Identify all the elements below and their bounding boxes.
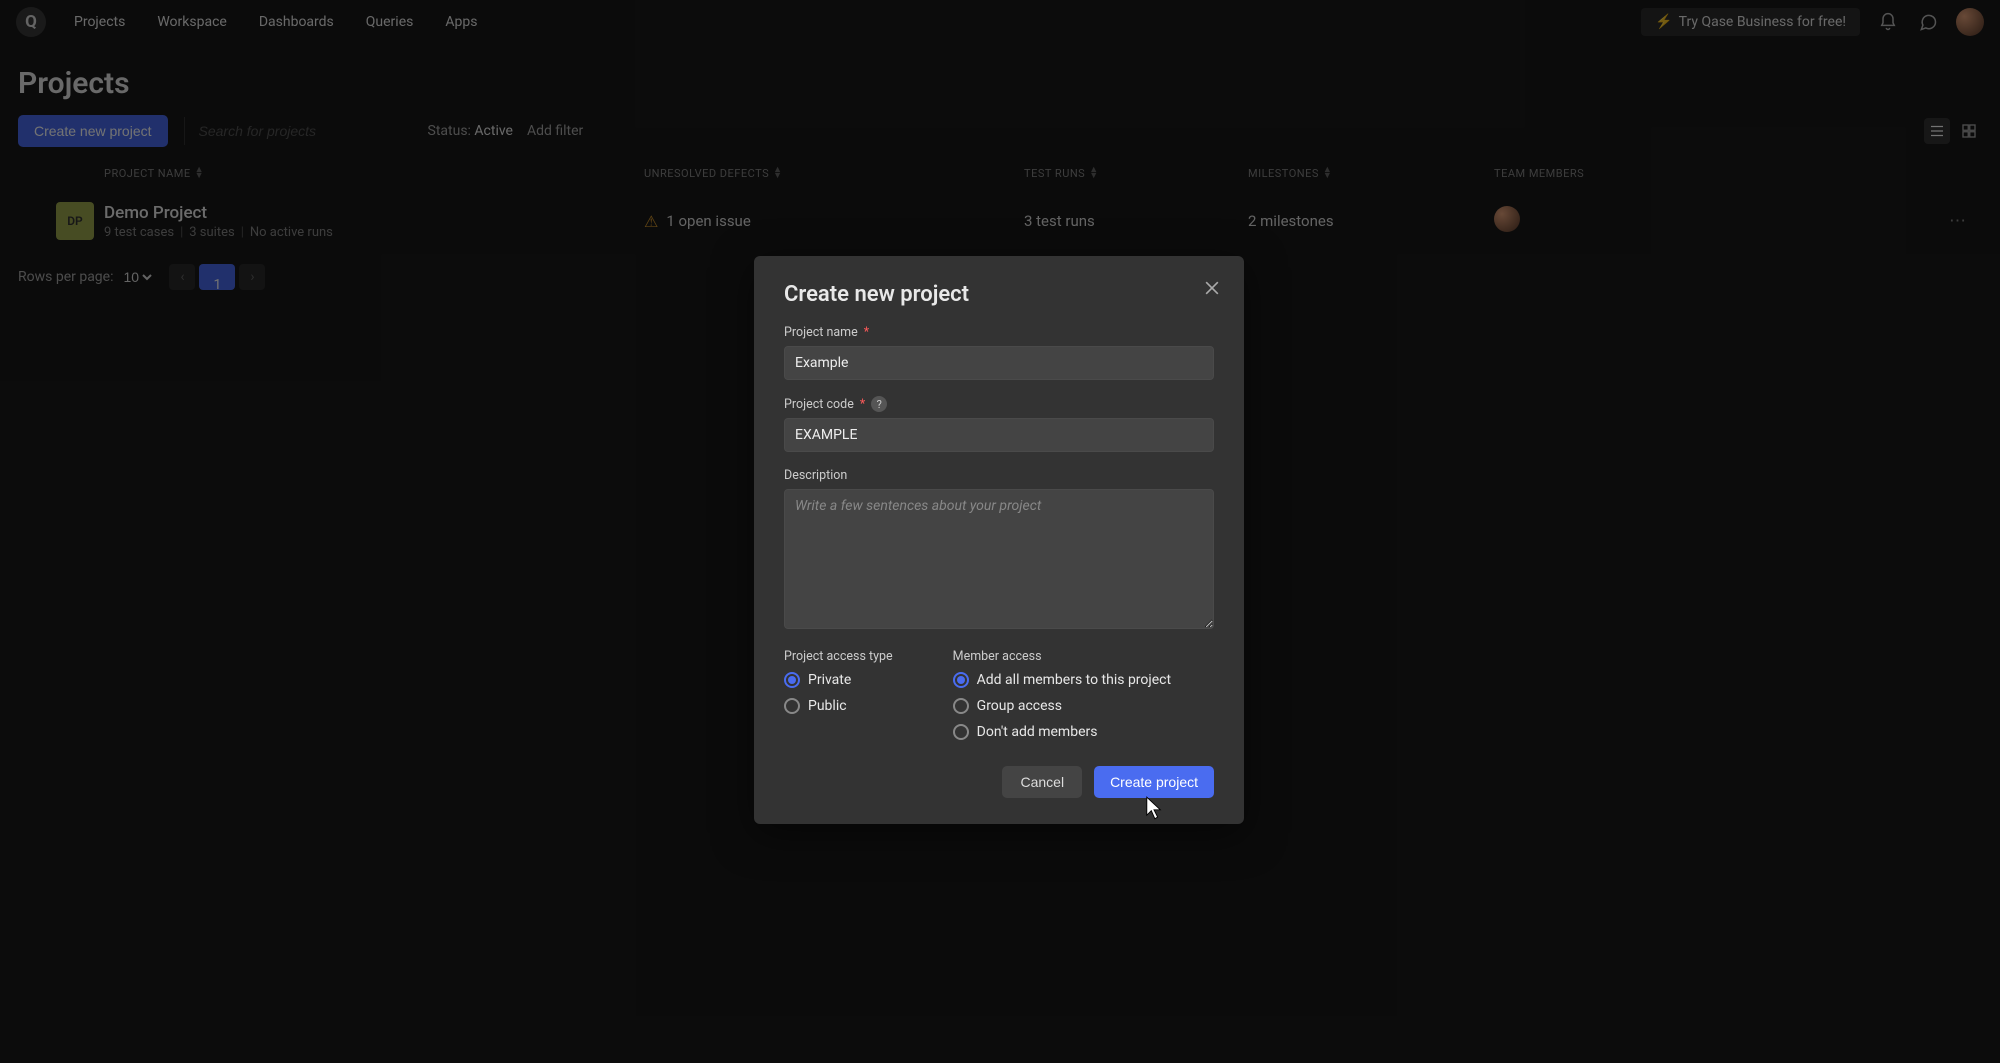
radio-dot-icon bbox=[784, 672, 800, 688]
label-project-name: Project name bbox=[784, 325, 858, 340]
radio-public[interactable]: Public bbox=[784, 698, 893, 714]
radio-dot-icon bbox=[953, 698, 969, 714]
create-project-submit-button[interactable]: Create project bbox=[1094, 766, 1214, 798]
radio-private[interactable]: Private bbox=[784, 672, 893, 688]
field-project-code: Project code * ? bbox=[784, 396, 1214, 452]
radio-label: Don't add members bbox=[977, 724, 1098, 740]
radio-dot-icon bbox=[953, 672, 969, 688]
close-icon[interactable] bbox=[1198, 274, 1226, 302]
radio-label: Add all members to this project bbox=[977, 672, 1171, 688]
radio-dot-icon bbox=[784, 698, 800, 714]
label-project-code: Project code bbox=[784, 397, 854, 412]
input-project-name[interactable] bbox=[784, 346, 1214, 380]
help-icon[interactable]: ? bbox=[871, 396, 887, 412]
field-description: Description bbox=[784, 468, 1214, 633]
input-description[interactable] bbox=[784, 489, 1214, 629]
required-marker: * bbox=[860, 397, 865, 412]
input-project-code[interactable] bbox=[784, 418, 1214, 452]
modal-title: Create new project bbox=[784, 282, 1214, 307]
member-access-group: Member access Add all members to this pr… bbox=[953, 649, 1171, 750]
radio-label: Group access bbox=[977, 698, 1062, 714]
label-description: Description bbox=[784, 468, 847, 483]
radio-label: Private bbox=[808, 672, 851, 688]
project-access-type-group: Project access type Private Public bbox=[784, 649, 893, 750]
field-project-name: Project name * bbox=[784, 325, 1214, 380]
radio-label: Public bbox=[808, 698, 847, 714]
radio-group-access[interactable]: Group access bbox=[953, 698, 1171, 714]
radio-dont-add[interactable]: Don't add members bbox=[953, 724, 1171, 740]
required-marker: * bbox=[864, 325, 869, 340]
member-access-label: Member access bbox=[953, 649, 1171, 664]
radio-dot-icon bbox=[953, 724, 969, 740]
access-radio-groups: Project access type Private Public Membe… bbox=[784, 649, 1214, 750]
radio-add-all[interactable]: Add all members to this project bbox=[953, 672, 1171, 688]
cancel-button[interactable]: Cancel bbox=[1002, 766, 1082, 798]
access-type-label: Project access type bbox=[784, 649, 893, 664]
modal-footer: Cancel Create project bbox=[784, 766, 1214, 798]
create-project-modal: Create new project Project name * Projec… bbox=[754, 256, 1244, 824]
